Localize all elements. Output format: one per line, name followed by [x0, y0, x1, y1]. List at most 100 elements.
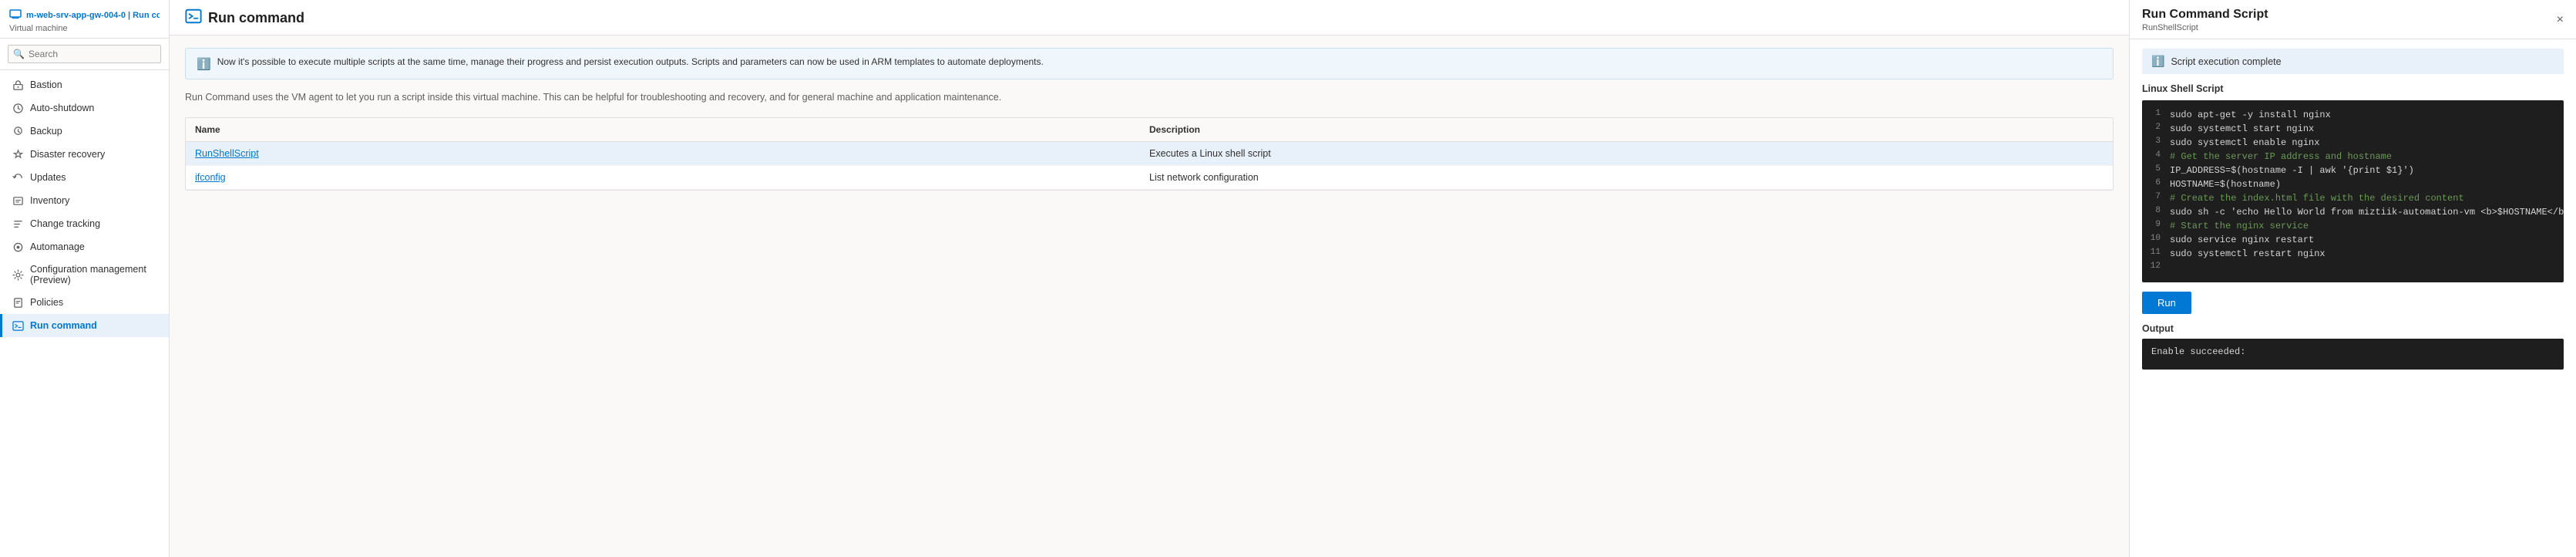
line-num-9: 9	[2142, 219, 2170, 229]
disaster-recovery-icon	[12, 148, 24, 160]
auto-shutdown-icon	[12, 102, 24, 114]
change-tracking-icon	[12, 218, 24, 230]
line-num-12: 12	[2142, 261, 2170, 271]
run-button[interactable]: Run	[2142, 292, 2191, 314]
sidebar-nav: Bastion Auto-shutdown Backup Disaster re…	[0, 70, 169, 557]
automanage-icon	[12, 241, 24, 253]
page-title: Run command	[208, 10, 304, 26]
execution-complete-banner: ℹ️ Script execution complete	[2142, 49, 2564, 74]
sidebar-item-disaster-recovery[interactable]: Disaster recovery	[0, 143, 169, 166]
panel-header: Run Command Script RunShellScript ×	[2130, 0, 2576, 39]
run-command-icon	[12, 319, 24, 332]
script-desc-ifconfig: List network configuration	[1149, 172, 2104, 183]
sidebar-item-updates[interactable]: Updates	[0, 166, 169, 189]
sidebar-item-automanage[interactable]: Automanage	[0, 235, 169, 258]
line-num-4: 4	[2142, 150, 2170, 160]
right-panel: Run Command Script RunShellScript × ℹ️ S…	[2129, 0, 2576, 557]
search-input[interactable]	[8, 45, 161, 63]
sidebar-item-configuration-management[interactable]: Configuration management (Preview)	[0, 258, 169, 291]
code-line-12: 12	[2142, 261, 2564, 275]
line-code-8: sudo sh -c 'echo Hello World from miztii…	[2170, 205, 2564, 219]
line-code-4: # Get the server IP address and hostname	[2170, 150, 2564, 164]
bastion-icon	[12, 79, 24, 91]
line-num-5: 5	[2142, 164, 2170, 174]
table-row[interactable]: RunShellScript Executes a Linux shell sc…	[186, 142, 2113, 166]
sidebar-item-auto-shutdown-label: Auto-shutdown	[30, 103, 94, 113]
code-editor[interactable]: 1 sudo apt-get -y install nginx 2 sudo s…	[2142, 100, 2564, 282]
sidebar-search-container: 🔍	[0, 39, 169, 70]
sidebar-header: m-web-srv-app-gw-004-0 | Run command Vir…	[0, 0, 169, 39]
sidebar-item-disaster-recovery-label: Disaster recovery	[30, 149, 105, 160]
script-section-label: Linux Shell Script	[2142, 83, 2564, 94]
code-line-10: 10 sudo service nginx restart	[2142, 233, 2564, 247]
code-line-2: 2 sudo systemctl start nginx	[2142, 122, 2564, 136]
sidebar-item-updates-label: Updates	[30, 172, 66, 183]
main-content: Run command ℹ️ Now it's possible to exec…	[170, 0, 2129, 557]
sidebar-item-backup[interactable]: Backup	[0, 120, 169, 143]
code-line-6: 6 HOSTNAME=$(hostname)	[2142, 177, 2564, 191]
description-text: Run Command uses the VM agent to let you…	[185, 90, 2114, 105]
info-icon: ℹ️	[197, 57, 211, 71]
col-description-header: Description	[1149, 124, 2104, 135]
output-label: Output	[2142, 323, 2564, 334]
panel-subtitle: RunShellScript	[2142, 23, 2268, 32]
sidebar-item-backup-label: Backup	[30, 126, 62, 137]
sidebar-item-change-tracking[interactable]: Change tracking	[0, 212, 169, 235]
policies-icon	[12, 296, 24, 309]
script-name-runshellscript[interactable]: RunShellScript	[195, 148, 1149, 159]
page-content: ℹ️ Now it's possible to execute multiple…	[170, 35, 2129, 557]
execution-complete-text: Script execution complete	[2171, 56, 2281, 67]
sidebar-item-policies-label: Policies	[30, 297, 63, 308]
vm-subtitle: Virtual machine	[9, 24, 160, 33]
line-code-7: # Create the index.html file with the de…	[2170, 191, 2564, 205]
sidebar-item-run-command-label: Run command	[30, 320, 97, 331]
sidebar-item-inventory[interactable]: Inventory	[0, 189, 169, 212]
line-code-12	[2170, 261, 2564, 275]
script-name-ifconfig[interactable]: ifconfig	[195, 172, 1149, 183]
line-num-2: 2	[2142, 122, 2170, 132]
code-line-4: 4 # Get the server IP address and hostna…	[2142, 150, 2564, 164]
col-name-header: Name	[195, 124, 1149, 135]
code-line-7: 7 # Create the index.html file with the …	[2142, 191, 2564, 205]
exec-complete-icon: ℹ️	[2151, 55, 2164, 68]
sidebar-item-auto-shutdown[interactable]: Auto-shutdown	[0, 96, 169, 120]
output-terminal: Enable succeeded:	[2142, 339, 2564, 370]
config-management-icon	[12, 268, 24, 281]
code-line-3: 3 sudo systemctl enable nginx	[2142, 136, 2564, 150]
line-code-11: sudo systemctl restart nginx	[2170, 247, 2564, 261]
sidebar-item-policies[interactable]: Policies	[0, 291, 169, 314]
line-code-5: IP_ADDRESS=$(hostname -I | awk '{print $…	[2170, 164, 2564, 177]
inventory-icon	[12, 194, 24, 207]
panel-title: Run Command Script	[2142, 8, 2268, 22]
sidebar-item-run-command[interactable]: Run command	[0, 314, 169, 337]
backup-icon	[12, 125, 24, 137]
panel-close-button[interactable]: ×	[2557, 14, 2564, 26]
info-banner: ℹ️ Now it's possible to execute multiple…	[185, 48, 2114, 79]
line-code-2: sudo systemctl start nginx	[2170, 122, 2564, 136]
sidebar-item-bastion[interactable]: Bastion	[0, 73, 169, 96]
info-banner-text: Now it's possible to execute multiple sc…	[217, 56, 1044, 67]
sidebar-item-automanage-label: Automanage	[30, 241, 85, 252]
code-line-1: 1 sudo apt-get -y install nginx	[2142, 108, 2564, 122]
script-desc-runshellscript: Executes a Linux shell script	[1149, 148, 2104, 159]
vm-icon	[9, 8, 22, 22]
sidebar-item-change-tracking-label: Change tracking	[30, 218, 100, 229]
table-row[interactable]: ifconfig List network configuration	[186, 166, 2113, 190]
code-line-8: 8 sudo sh -c 'echo Hello World from mizt…	[2142, 205, 2564, 219]
run-command-header-icon	[185, 8, 202, 29]
line-num-11: 11	[2142, 247, 2170, 257]
line-num-10: 10	[2142, 233, 2170, 243]
script-table: Name Description RunShellScript Executes…	[185, 117, 2114, 191]
line-code-10: sudo service nginx restart	[2170, 233, 2564, 247]
sidebar: m-web-srv-app-gw-004-0 | Run command Vir…	[0, 0, 170, 557]
panel-body: ℹ️ Script execution complete Linux Shell…	[2130, 39, 2576, 557]
line-code-1: sudo apt-get -y install nginx	[2170, 108, 2564, 122]
updates-icon	[12, 171, 24, 184]
code-line-9: 9 # Start the nginx service	[2142, 219, 2564, 233]
code-line-11: 11 sudo systemctl restart nginx	[2142, 247, 2564, 261]
line-num-1: 1	[2142, 108, 2170, 118]
line-num-3: 3	[2142, 136, 2170, 146]
output-section: Output Enable succeeded:	[2142, 323, 2564, 370]
sidebar-item-inventory-label: Inventory	[30, 195, 69, 206]
line-num-7: 7	[2142, 191, 2170, 201]
